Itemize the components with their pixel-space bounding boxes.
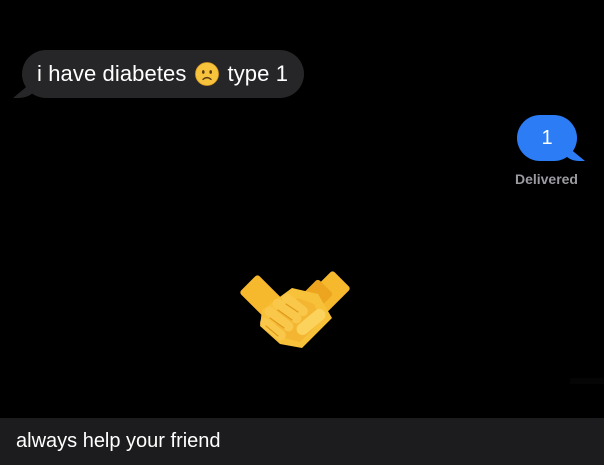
incoming-message-text-start: i have diabetes [37,61,187,86]
sad-face-emoji-icon [194,62,219,86]
outgoing-message-bubble[interactable]: 1 [517,115,585,161]
incoming-message-bubble[interactable]: i have diabetes type 1 [6,50,305,98]
incoming-message-text-end: type 1 [227,61,289,86]
divider [570,378,604,384]
caption-bar: always help your friend [0,418,604,465]
delivered-status: Delivered [514,171,578,187]
caption-text: always help your friend [16,430,221,452]
outgoing-bubble-tail [563,143,585,161]
outgoing-message-text: 1 [541,126,553,149]
handshake-emoji-icon [240,271,350,348]
message-thread: i have diabetes type 1 1 Delivered [0,0,604,418]
